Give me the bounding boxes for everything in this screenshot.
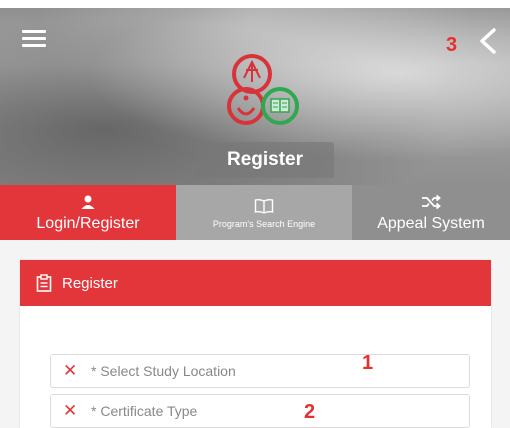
register-panel: Register ✕ * Select Study Location ✕ * C… <box>20 260 491 428</box>
tab-label: Login/Register <box>36 214 140 232</box>
page-title: Register <box>196 142 334 178</box>
tab-appeal-system[interactable]: Appeal System <box>352 185 510 240</box>
x-icon: ✕ <box>63 361 78 380</box>
tab-label: Program's Search Engine <box>212 218 316 229</box>
header-hero: 3 Register <box>0 0 510 185</box>
ministry-logo-icon <box>227 54 299 125</box>
panel-title: Register <box>62 274 118 292</box>
back-button[interactable] <box>474 26 502 56</box>
user-icon <box>80 193 96 211</box>
annotation-marker-3: 3 <box>446 34 458 56</box>
clipboard-icon <box>36 274 52 292</box>
tab-label: Appeal System <box>377 214 485 232</box>
book-icon <box>254 197 274 215</box>
hamburger-menu-icon[interactable] <box>22 30 46 48</box>
chevron-left-icon <box>480 28 496 54</box>
panel-header: Register <box>20 260 491 306</box>
main-content: Register ✕ * Select Study Location ✕ * C… <box>0 240 510 428</box>
study-location-placeholder: * Select Study Location <box>91 363 236 379</box>
tab-program-search-engine[interactable]: Program's Search Engine <box>176 185 352 240</box>
app-screen: 3 Register Login/Register Program's Sear… <box>0 0 510 428</box>
shuffle-icon <box>420 193 442 211</box>
annotation-marker-1: 1 <box>362 352 374 374</box>
annotation-marker-2: 2 <box>304 401 316 423</box>
status-strip <box>0 0 510 8</box>
x-icon: ✕ <box>63 401 78 420</box>
tab-login-register[interactable]: Login/Register <box>0 185 176 240</box>
certificate-type-select[interactable]: ✕ * Certificate Type <box>50 394 470 428</box>
certificate-type-placeholder: * Certificate Type <box>91 403 198 419</box>
tab-bar: Login/Register Program's Search Engine A… <box>0 185 510 240</box>
study-location-select[interactable]: ✕ * Select Study Location <box>50 354 470 388</box>
